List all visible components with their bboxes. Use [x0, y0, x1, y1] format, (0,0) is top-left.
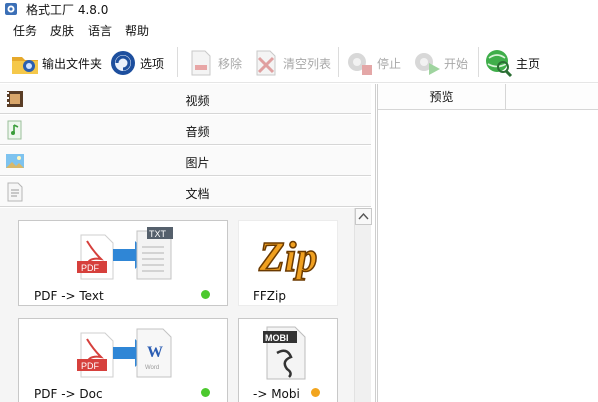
- preview-header: 预览: [378, 84, 598, 110]
- start-icon: [415, 53, 440, 75]
- menu-skin[interactable]: 皮肤: [50, 22, 74, 39]
- clear-list-button[interactable]: 清空列表: [251, 46, 331, 80]
- stop-button[interactable]: 停止: [345, 46, 401, 80]
- menu-bar: 任务 皮肤 语言 帮助: [0, 20, 598, 40]
- remove-label: 移除: [218, 56, 243, 71]
- app-logo-icon: [5, 3, 17, 15]
- category-image-label: 图片: [185, 156, 210, 170]
- tool-ffzip[interactable]: Zip FFZip: [238, 220, 338, 306]
- start-label: 开始: [444, 56, 469, 71]
- clear-list-icon: [256, 50, 276, 76]
- remove-doc-icon: [191, 50, 211, 76]
- scroll-up-button[interactable]: [355, 208, 372, 225]
- toolbar-separator: [478, 47, 479, 77]
- mobi-badge-text: MOBI: [265, 333, 289, 343]
- tool-grid: PDF TXT PDF -> Text Zip FFZip PDF W Word…: [0, 208, 354, 402]
- category-audio[interactable]: 音频: [0, 115, 371, 145]
- word-badge-text: W: [147, 344, 163, 361]
- menu-help[interactable]: 帮助: [125, 22, 149, 39]
- preview-panel: 预览: [377, 84, 598, 402]
- mobi-icon: MOBI: [263, 326, 306, 380]
- category-document[interactable]: 文档: [0, 177, 371, 207]
- tool-name: -> Mobi: [253, 387, 300, 401]
- category-image[interactable]: 图片: [0, 146, 371, 176]
- title-bar: 格式工厂 4.8.0: [0, 0, 598, 18]
- tool-pdf-to-text[interactable]: PDF TXT PDF -> Text: [18, 220, 228, 306]
- category-audio-label: 音频: [185, 125, 210, 139]
- chevron-up-icon: [358, 212, 369, 220]
- tool-name: PDF -> Doc: [34, 387, 103, 401]
- pdf-badge-text: PDF: [81, 263, 100, 273]
- remove-button[interactable]: 移除: [186, 46, 242, 80]
- word-sub-text: Word: [145, 365, 159, 371]
- options-label: 选项: [140, 56, 165, 71]
- toolbar-separator: [338, 47, 339, 77]
- preview-column-header[interactable]: 预览: [378, 84, 506, 110]
- output-folder-label: 输出文件夹: [42, 56, 103, 71]
- output-folder-button[interactable]: 输出文件夹: [10, 46, 102, 80]
- menu-task[interactable]: 任务: [13, 22, 37, 39]
- home-button[interactable]: 主页: [484, 46, 540, 80]
- tool-pdf-to-doc[interactable]: PDF W Word PDF -> Doc: [18, 318, 228, 402]
- menu-language[interactable]: 语言: [88, 22, 112, 39]
- home-globe-icon: [486, 50, 513, 78]
- status-dot-ready: [201, 388, 210, 397]
- tool-grid-scrollbar[interactable]: [354, 208, 372, 402]
- tool-to-mobi[interactable]: MOBI -> Mobi: [238, 318, 338, 402]
- window-title: 格式工厂 4.8.0: [26, 3, 109, 17]
- options-button[interactable]: 选项: [108, 46, 164, 80]
- category-document-label: 文档: [185, 187, 210, 201]
- category-video[interactable]: 视频: [0, 84, 371, 114]
- status-dot-pending: [311, 388, 320, 397]
- clear-list-label: 清空列表: [283, 56, 332, 71]
- folder-icon: [12, 57, 38, 74]
- home-label: 主页: [516, 56, 541, 71]
- pdf-to-txt-icon: PDF TXT: [77, 227, 173, 280]
- status-dot-ready: [201, 290, 210, 299]
- toolbar: 输出文件夹 选项 移除 清空列表 停止 开始 主页: [0, 41, 598, 83]
- tool-name: FFZip: [253, 289, 286, 303]
- start-button[interactable]: 开始: [412, 46, 468, 80]
- ffzip-icon: Zip: [257, 234, 318, 282]
- toolbar-separator: [177, 47, 178, 77]
- zip-logo-text: Zip: [258, 235, 317, 281]
- pdf-to-word-icon: PDF W Word: [77, 328, 172, 378]
- pdf-badge-text: PDF: [81, 361, 100, 371]
- stop-label: 停止: [377, 56, 402, 71]
- options-gear-icon: [111, 51, 135, 75]
- txt-badge-text: TXT: [149, 229, 167, 239]
- tool-name: PDF -> Text: [34, 289, 104, 303]
- category-video-label: 视频: [185, 94, 210, 108]
- stop-icon: [348, 53, 372, 75]
